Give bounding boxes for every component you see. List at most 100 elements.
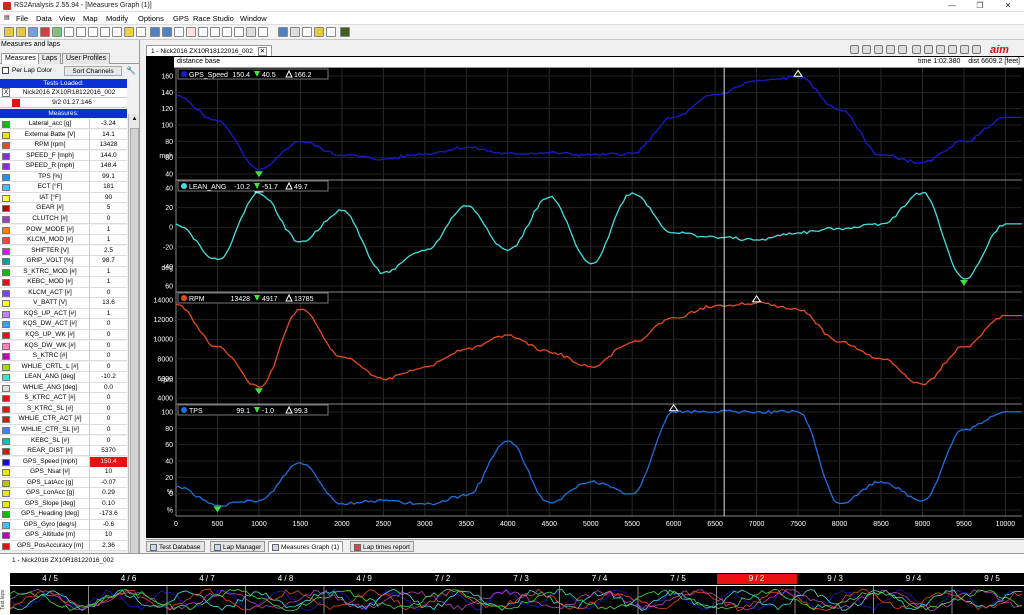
minimize-button[interactable]: — — [938, 1, 966, 11]
measure-color-swatch[interactable] — [2, 416, 10, 424]
tab-lap-times-report[interactable]: Lap times report — [350, 541, 414, 552]
split-icon[interactable] — [162, 27, 172, 37]
lap-label[interactable]: 7 / 4 — [560, 574, 640, 584]
bar-icon[interactable] — [124, 27, 134, 37]
flag-icon[interactable] — [198, 27, 208, 37]
measure-color-swatch[interactable] — [2, 543, 10, 550]
measure-color-swatch[interactable] — [2, 363, 10, 371]
menu-gps[interactable]: GPS — [173, 14, 189, 23]
measure-row[interactable]: KQS_UP_ACT [#] 1 — [0, 308, 127, 320]
open-test-icon[interactable] — [16, 27, 26, 37]
measure-row[interactable]: SPEED_F [mph] 144.0 — [0, 150, 127, 162]
measure-color-swatch[interactable] — [2, 395, 10, 403]
time-base-icon[interactable] — [912, 45, 921, 54]
menu-data[interactable]: Data — [36, 14, 52, 23]
measure-row[interactable]: KQS_DW_WK [#] 0 — [0, 340, 127, 351]
measure-color-swatch[interactable] — [2, 205, 10, 213]
measure-color-swatch[interactable] — [2, 405, 10, 413]
lap-label[interactable]: 7 / 2 — [403, 574, 483, 584]
measure-color-swatch[interactable] — [2, 268, 10, 276]
measure-color-swatch[interactable] — [2, 131, 10, 139]
lap-label[interactable]: 9 / 3 — [795, 574, 875, 584]
measure-color-swatch[interactable] — [2, 237, 10, 245]
compare-icon[interactable] — [186, 27, 196, 37]
zoom-y-icon[interactable] — [898, 45, 907, 54]
test-row[interactable]: X Nick2016 ZX10R18122016_002 — [0, 88, 127, 98]
maximize-button[interactable]: ❐ — [966, 1, 994, 11]
measure-row[interactable]: Lateral_acc [g] -3.24 — [0, 119, 127, 130]
scatter-icon[interactable] — [100, 27, 110, 37]
cross-icon[interactable] — [210, 27, 220, 37]
zoom-x-icon[interactable] — [886, 45, 895, 54]
measure-row[interactable]: GPS_Nsat [#] 10 — [0, 467, 127, 478]
measure-color-swatch[interactable] — [2, 500, 10, 508]
measure-color-swatch[interactable] — [2, 490, 10, 498]
lap-label[interactable]: 9 / 4 — [874, 574, 954, 584]
lap-label[interactable]: 9 / 2 — [716, 574, 797, 584]
overlay-icon[interactable] — [936, 45, 945, 54]
lap-label[interactable]: 4 / 7 — [167, 574, 247, 584]
measures-graph[interactable]: 160 140 120 100 80 60 40 mph GPS_Speed 150.4 40.5 1… — [146, 56, 1024, 538]
measure-row[interactable]: GEAR [#] 5 — [0, 203, 127, 214]
load-icon[interactable] — [28, 27, 38, 37]
battery-icon[interactable] — [340, 27, 350, 37]
tab-lap-manager[interactable]: Lap Manager — [210, 541, 266, 552]
tab-test-database[interactable]: Test Database — [146, 541, 205, 552]
lap-label[interactable]: 7 / 3 — [481, 574, 561, 584]
measure-color-swatch[interactable] — [2, 173, 10, 181]
scroll-up-arrow-icon[interactable]: ▲ — [130, 115, 139, 124]
export-icon[interactable] — [258, 27, 268, 37]
measure-color-swatch[interactable] — [2, 426, 10, 434]
measure-color-swatch[interactable] — [2, 152, 10, 160]
measure-row[interactable]: GPS_Heading [deg] -173.6 — [0, 509, 127, 520]
measure-color-swatch[interactable] — [2, 279, 10, 287]
menu-file[interactable]: File — [16, 14, 28, 23]
stack-icon[interactable] — [948, 45, 957, 54]
measures-icon[interactable] — [52, 27, 62, 37]
measure-row[interactable]: POW_MODE [#] 1 — [0, 224, 127, 235]
measure-row[interactable]: WHLIE_CRTL_L [#] 0 — [0, 361, 127, 373]
menu-race-studio[interactable]: Race Studio — [193, 14, 234, 23]
measure-color-swatch[interactable] — [2, 353, 10, 361]
zoom-out-icon[interactable] — [862, 45, 871, 54]
measure-row[interactable]: GPS_LonAcc [g] 0.29 — [0, 488, 127, 499]
zoom-fit-icon[interactable] — [874, 45, 883, 54]
measure-row[interactable]: SHIFTER [V] 2.5 — [0, 245, 127, 256]
lap-label[interactable]: 7 / 5 — [638, 574, 718, 584]
tab-measures-graph[interactable]: Measures Graph (1) — [268, 541, 344, 552]
measure-color-swatch[interactable] — [2, 479, 10, 487]
preview-icon[interactable] — [302, 27, 312, 37]
menu-map[interactable]: Map — [83, 14, 98, 23]
measure-row[interactable]: GPS_LatAcc [g] -0.07 — [0, 477, 127, 489]
measure-row[interactable]: WHLIE_ANG [deg] 0.0 — [0, 382, 127, 394]
measure-color-swatch[interactable] — [2, 384, 10, 392]
measure-color-swatch[interactable] — [2, 194, 10, 202]
measure-row[interactable]: External Batte [V] 14.1 — [0, 129, 127, 140]
lap-label[interactable]: 9 / 5 — [952, 574, 1024, 584]
tab-close-icon[interactable]: ✕ — [257, 47, 268, 56]
measure-color-swatch[interactable] — [2, 511, 10, 519]
download-icon[interactable] — [40, 27, 50, 37]
graph-icon[interactable] — [64, 27, 74, 37]
measure-row[interactable]: ECT [°F] 181 — [0, 182, 127, 193]
video-icon[interactable] — [326, 27, 336, 37]
measure-row[interactable]: WHLIE_CTR_ACT [#] 0 — [0, 414, 127, 425]
measure-row[interactable]: S_KTRC_SL [#] 0 — [0, 403, 127, 415]
profile-icon[interactable] — [314, 27, 324, 37]
measure-row[interactable]: SPEED_R [mph] 148.4 — [0, 161, 127, 172]
measure-color-swatch[interactable] — [2, 310, 10, 318]
measure-row[interactable]: KQS_UP_WK [#] 0 — [0, 330, 127, 341]
measure-row[interactable]: GPS_Speed [mph] 150.4 — [0, 456, 127, 467]
measure-row[interactable]: REAR_DIST [#] 5370 — [0, 446, 127, 457]
tab-user-profiles[interactable]: User Profiles — [62, 53, 111, 64]
save-icon[interactable] — [278, 27, 288, 37]
measure-row[interactable]: IAT [°F] 90 — [0, 192, 127, 204]
measure-row[interactable]: S_KTRC_ACT [#] 0 — [0, 393, 127, 404]
measure-row[interactable]: KLCM_MOD [#] 1 — [0, 235, 127, 246]
measure-color-swatch[interactable] — [2, 332, 10, 339]
settings-icon[interactable] — [246, 27, 256, 37]
split-view-icon[interactable] — [924, 45, 933, 54]
measure-color-swatch[interactable] — [2, 521, 10, 529]
open-folder-icon[interactable] — [4, 27, 14, 37]
measure-row[interactable]: LEAN_ANG [deg] -10.2 — [0, 372, 127, 383]
